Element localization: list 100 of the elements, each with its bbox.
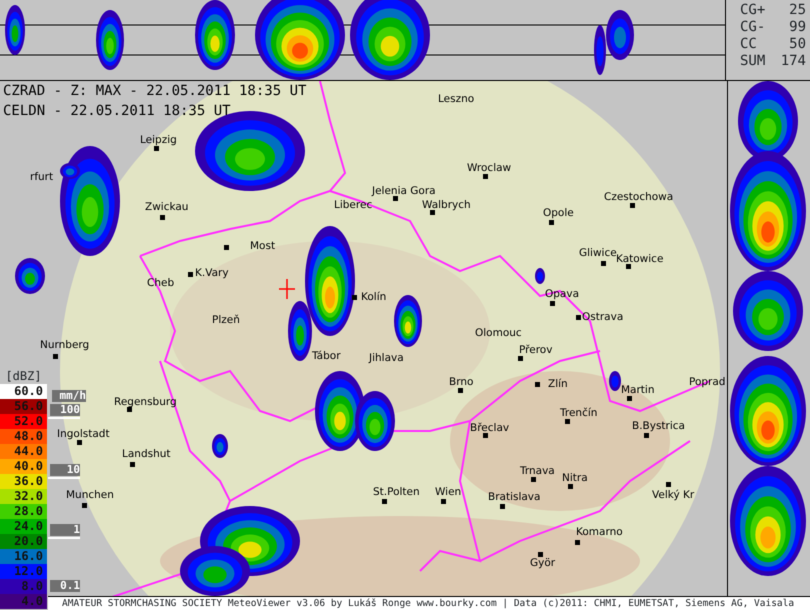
city-label: Komarno <box>576 526 623 538</box>
radar-echo-drawing <box>15 258 45 294</box>
city-marker <box>352 295 357 300</box>
city-label: Brno <box>449 376 474 388</box>
rain-rate-mark: 0.1 <box>50 580 80 592</box>
rain-unit: mm/h <box>52 390 86 402</box>
radar-echo-drawing <box>212 434 228 458</box>
city-marker <box>518 356 523 361</box>
legend-swatch: 28.0 <box>0 504 47 519</box>
city-marker <box>500 504 505 509</box>
city-marker <box>430 210 435 215</box>
city-marker <box>550 301 555 306</box>
city-label: Katowice <box>616 253 664 265</box>
city-marker <box>82 503 87 508</box>
city-label: Bratislava <box>488 491 540 503</box>
city-label: Czestochowa <box>604 191 674 203</box>
city-marker <box>666 482 671 487</box>
radar-caption: CZRAD - Z: MAX - 22.05.2011 18:35 UT <box>3 83 306 99</box>
city-label: Tábor <box>312 350 341 362</box>
city-marker <box>393 196 398 201</box>
stat-value: 50 <box>789 36 806 53</box>
rain-rate-mark: 1 <box>50 524 80 536</box>
city-marker <box>382 499 387 504</box>
legend-swatch: 44.0 <box>0 444 47 459</box>
stat-value: 25 <box>789 2 806 19</box>
city-label: Wroclaw <box>467 162 512 174</box>
footer-credits: AMATEUR STORMCHASING SOCIETY MeteoViewer v3.06 by Lukáš Ronge www.bourky.com | Data (c)2011: CHMI, EUMETSAT, Siemens AG, Vaisala <box>48 596 810 610</box>
city-label: Zlín <box>548 378 568 390</box>
stat-label: CG+ <box>740 2 766 19</box>
crosshair-icon <box>279 279 295 299</box>
city-label: rfurt <box>30 171 54 183</box>
radar-caption: CELDN - 22.05.2011 18:35 UT <box>3 103 231 119</box>
city-label: Nurnberg <box>40 339 90 351</box>
radar-echo-drawing <box>394 295 422 347</box>
city-label: K.Vary <box>195 267 229 279</box>
city-marker <box>483 433 488 438</box>
city-marker <box>549 220 554 225</box>
stat-label: SUM <box>740 53 766 70</box>
legend-swatch: 60.0 <box>0 384 47 399</box>
stat-value: 99 <box>789 19 806 36</box>
city-label: Munchen <box>66 489 114 501</box>
city-label: Györ <box>530 557 556 569</box>
city-label: St.Polten <box>373 486 420 498</box>
city-label: Leipzig <box>140 134 177 146</box>
city-marker <box>538 552 543 557</box>
city-label: Jelenia Gora <box>372 185 436 197</box>
stat-value: 174 <box>780 53 806 70</box>
city-marker <box>575 540 580 545</box>
legend-swatch: 40.0 <box>0 459 47 474</box>
stat-label: CC <box>740 36 757 53</box>
stat-label: CG- <box>740 19 766 36</box>
city-marker <box>531 477 536 482</box>
city-marker <box>160 215 165 220</box>
city-marker <box>535 382 540 387</box>
legend-swatch: 4.0 <box>0 594 47 609</box>
city-marker <box>568 484 573 489</box>
city-label: Jihlava <box>369 352 404 364</box>
legend-swatch: 32.0 <box>0 489 47 504</box>
city-marker <box>224 245 229 250</box>
city-label: B.Bystrica <box>632 420 685 432</box>
city-label: Nitra <box>562 472 588 484</box>
city-label: Walbrych <box>422 199 471 211</box>
city-marker <box>130 462 135 467</box>
city-marker <box>565 419 570 424</box>
city-marker <box>626 264 631 269</box>
radar-echo-drawing <box>180 546 250 596</box>
city-marker <box>644 433 649 438</box>
city-marker <box>576 315 581 320</box>
radar-echo-drawing <box>535 268 545 284</box>
city-label: Opole <box>543 207 574 219</box>
city-marker <box>458 388 463 393</box>
city-marker <box>441 499 446 504</box>
radar-echo-drawing <box>355 391 395 451</box>
city-label: Kolín <box>361 291 386 303</box>
city-label: Leszno <box>438 93 474 105</box>
city-label: Přerov <box>519 344 552 356</box>
legend-swatch: 36.0 <box>0 474 47 489</box>
city-label: Plzeň <box>212 314 240 326</box>
city-marker <box>154 146 159 151</box>
city-marker <box>188 272 193 277</box>
city-marker <box>127 407 132 412</box>
city-label: Martin <box>621 384 654 396</box>
radar-echo-drawing <box>609 371 621 391</box>
city-label: Olomouc <box>475 327 522 339</box>
city-label: Poprad <box>689 376 726 388</box>
city-marker <box>483 174 488 179</box>
city-label: Gliwice <box>579 247 617 259</box>
legend-swatch: 20.0 <box>0 534 47 549</box>
city-label: Břeclav <box>470 422 510 434</box>
city-label: Velký Kr <box>652 489 694 501</box>
city-marker <box>630 203 635 208</box>
city-marker <box>53 354 58 359</box>
legend-swatch: 48.0 <box>0 429 47 444</box>
city-marker <box>601 261 606 266</box>
city-label: Zwickau <box>145 201 188 213</box>
city-label: Landshut <box>122 448 171 460</box>
legend-swatch: 8.0 <box>0 579 47 594</box>
legend-swatch: 24.0 <box>0 519 47 534</box>
city-label: Trenčín <box>560 407 598 419</box>
legend-swatch: 52.0 <box>0 414 47 429</box>
